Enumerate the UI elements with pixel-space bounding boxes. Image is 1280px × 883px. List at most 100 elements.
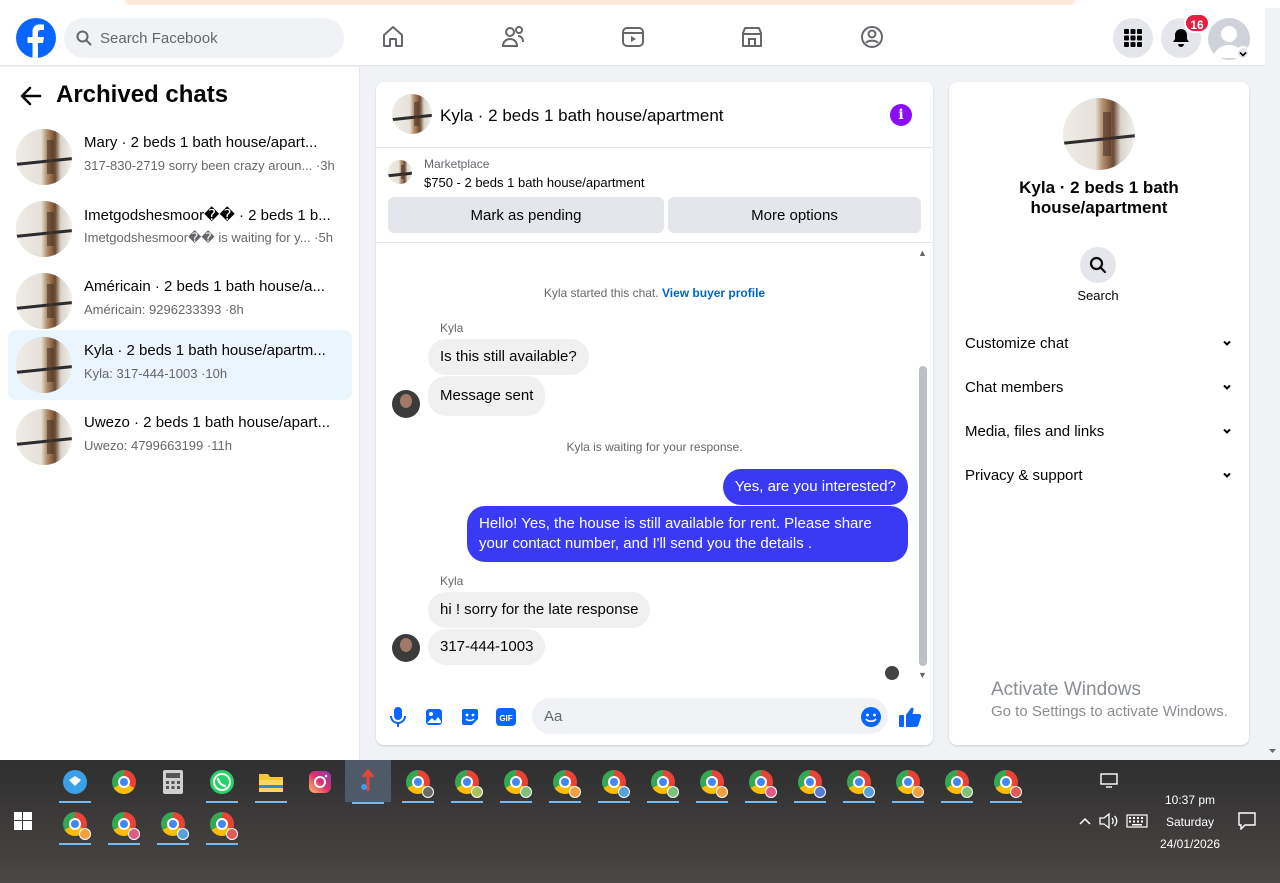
view-buyer-profile-link[interactable]: View buyer profile (662, 286, 765, 300)
more-options-button[interactable]: More options (668, 197, 921, 233)
privacy-support-section[interactable]: Privacy & support (957, 455, 1241, 495)
conversation-panel: Kyla · 2 beds 1 bath house/apartment i M… (376, 82, 933, 745)
chrome-profile-icon[interactable] (448, 763, 486, 803)
browser-tab-line (125, 0, 1075, 5)
sticker-icon[interactable] (458, 705, 482, 729)
chrome-profile-icon[interactable] (497, 763, 535, 803)
chrome-profile-icon[interactable] (105, 805, 143, 845)
emoji-icon[interactable] (859, 705, 883, 729)
search-in-conversation-button[interactable] (1080, 247, 1116, 283)
chat-list-item[interactable]: Uwezo · 2 beds 1 bath house/apart... Uwe… (8, 402, 352, 472)
home-icon[interactable] (378, 20, 408, 54)
chrome-profile-icon[interactable] (399, 763, 437, 803)
conversation-avatar[interactable] (392, 94, 432, 134)
chrome-profile-icon[interactable] (840, 763, 878, 803)
scroll-up-arrow-icon[interactable]: ▲ (918, 248, 927, 258)
instagram-icon[interactable] (301, 763, 339, 801)
active-app-icon[interactable] (345, 760, 391, 804)
chrome-profile-icon[interactable] (742, 763, 780, 803)
chrome-profile-icon[interactable] (791, 763, 829, 803)
search-box[interactable] (64, 18, 344, 58)
network-display-icon[interactable] (1090, 762, 1128, 800)
chat-name: Kyla · 2 beds 1 bath house/apartm... (84, 342, 326, 359)
windows-start-icon[interactable] (14, 812, 34, 832)
chat-thumbnail (16, 409, 72, 465)
notification-count-badge: 16 (1184, 13, 1210, 33)
sender-name: Kyla (440, 574, 464, 588)
like-thumbs-up-icon[interactable] (898, 705, 922, 729)
incoming-message[interactable]: Message sent (428, 376, 546, 416)
search-input[interactable] (100, 29, 320, 47)
clock-time[interactable]: 10:37 pm (1150, 793, 1230, 807)
chrome-profile-icon[interactable] (203, 805, 241, 845)
chat-name: Mary · 2 beds 1 bath house/apart... (84, 134, 318, 151)
watermark-title: Activate Windows (991, 679, 1141, 700)
outgoing-message[interactable]: Yes, are you interested? (722, 469, 908, 505)
chat-members-section[interactable]: Chat members (957, 367, 1241, 407)
media-files-links-section[interactable]: Media, files and links (957, 411, 1241, 451)
chat-name: Imetgodshesmoor�� · 2 beds 1 b... (84, 207, 331, 224)
scroll-down-arrow-icon[interactable] (1265, 746, 1280, 756)
chrome-profile-icon[interactable] (987, 763, 1025, 803)
customize-chat-section[interactable]: Customize chat (957, 323, 1241, 363)
chrome-profile-icon[interactable] (56, 805, 94, 845)
marketplace-listing-bar: Marketplace $750 - 2 beds 1 bath house/a… (376, 148, 933, 243)
conversation-info-panel: Kyla · 2 beds 1 bath house/apartment Sea… (949, 82, 1249, 745)
chat-list-item-active[interactable]: Kyla · 2 beds 1 bath house/apartm... Kyl… (8, 330, 352, 400)
whatsapp-icon[interactable] (203, 763, 241, 803)
outgoing-message[interactable]: Hello! Yes, the house is still available… (467, 506, 908, 562)
friends-icon[interactable] (498, 20, 528, 54)
search-icon (1089, 256, 1107, 274)
read-receipt-avatar (885, 666, 899, 680)
chevron-down-icon[interactable] (1236, 46, 1250, 60)
chat-list-item[interactable]: Mary · 2 beds 1 bath house/apart... 317-… (8, 122, 352, 192)
chrome-profile-icon[interactable] (644, 763, 682, 803)
chrome-icon[interactable] (105, 763, 143, 801)
search-icon (76, 30, 92, 46)
activate-windows-watermark: Activate Windows Go to Settings to activ… (991, 679, 1228, 720)
chat-preview: Uwezo: 4799663199 ·11h (84, 438, 232, 453)
page-scrollbar[interactable] (1265, 8, 1280, 760)
incoming-message[interactable]: hi ! sorry for the late response (428, 592, 651, 628)
info-icon[interactable]: i (890, 104, 912, 126)
gif-icon[interactable]: GIF (494, 705, 518, 729)
conversation-title[interactable]: Kyla · 2 beds 1 bath house/apartment (440, 106, 724, 126)
chrome-profile-icon[interactable] (889, 763, 927, 803)
chat-list-item[interactable]: Américain · 2 beds 1 bath house/a... Amé… (8, 266, 352, 336)
clock-day[interactable]: Saturday (1150, 815, 1230, 829)
message-input[interactable] (532, 698, 888, 734)
action-center-icon[interactable] (1228, 802, 1266, 840)
sender-avatar[interactable] (392, 390, 420, 418)
microphone-icon[interactable] (386, 705, 410, 729)
chrome-profile-icon[interactable] (154, 805, 192, 845)
chat-preview: Kyla: 317-444-1003 ·10h (84, 366, 228, 381)
sender-avatar[interactable] (392, 634, 420, 662)
info-avatar[interactable] (1063, 98, 1135, 170)
chrome-profile-icon[interactable] (595, 763, 633, 803)
chrome-profile-icon[interactable] (693, 763, 731, 803)
incoming-message[interactable]: Is this still available? (428, 339, 589, 375)
file-explorer-icon[interactable] (252, 763, 290, 803)
listing-title[interactable]: $750 - 2 beds 1 bath house/apartment (424, 175, 644, 190)
watermark-subtitle: Go to Settings to activate Windows. (991, 703, 1228, 720)
facebook-logo-icon[interactable] (16, 18, 56, 58)
chrome-profile-icon[interactable] (546, 763, 584, 803)
marketplace-icon[interactable] (737, 20, 767, 54)
scroll-down-arrow-icon[interactable]: ▼ (918, 670, 927, 680)
taskbar-app-icon[interactable] (56, 763, 94, 803)
section-label: Media, files and links (965, 422, 1105, 440)
gaming-icon[interactable] (857, 20, 887, 54)
chrome-profile-icon[interactable] (938, 763, 976, 803)
menu-grid-icon[interactable] (1113, 18, 1153, 58)
mark-as-pending-button[interactable]: Mark as pending (388, 197, 664, 233)
message-scrollbar[interactable] (919, 366, 927, 666)
photo-icon[interactable] (422, 705, 446, 729)
incoming-message[interactable]: 317-444-1003 (428, 629, 546, 665)
chat-started-notice: Kyla started this chat. View buyer profi… (376, 286, 933, 300)
clock-date[interactable]: 24/01/2026 (1150, 837, 1230, 851)
calculator-icon[interactable] (154, 763, 192, 801)
back-arrow-icon[interactable] (18, 83, 44, 109)
chat-list-item[interactable]: Imetgodshesmoor�� · 2 beds 1 b... Imetgo… (8, 194, 352, 264)
chevron-down-icon (1223, 384, 1231, 390)
video-icon[interactable] (618, 20, 648, 54)
